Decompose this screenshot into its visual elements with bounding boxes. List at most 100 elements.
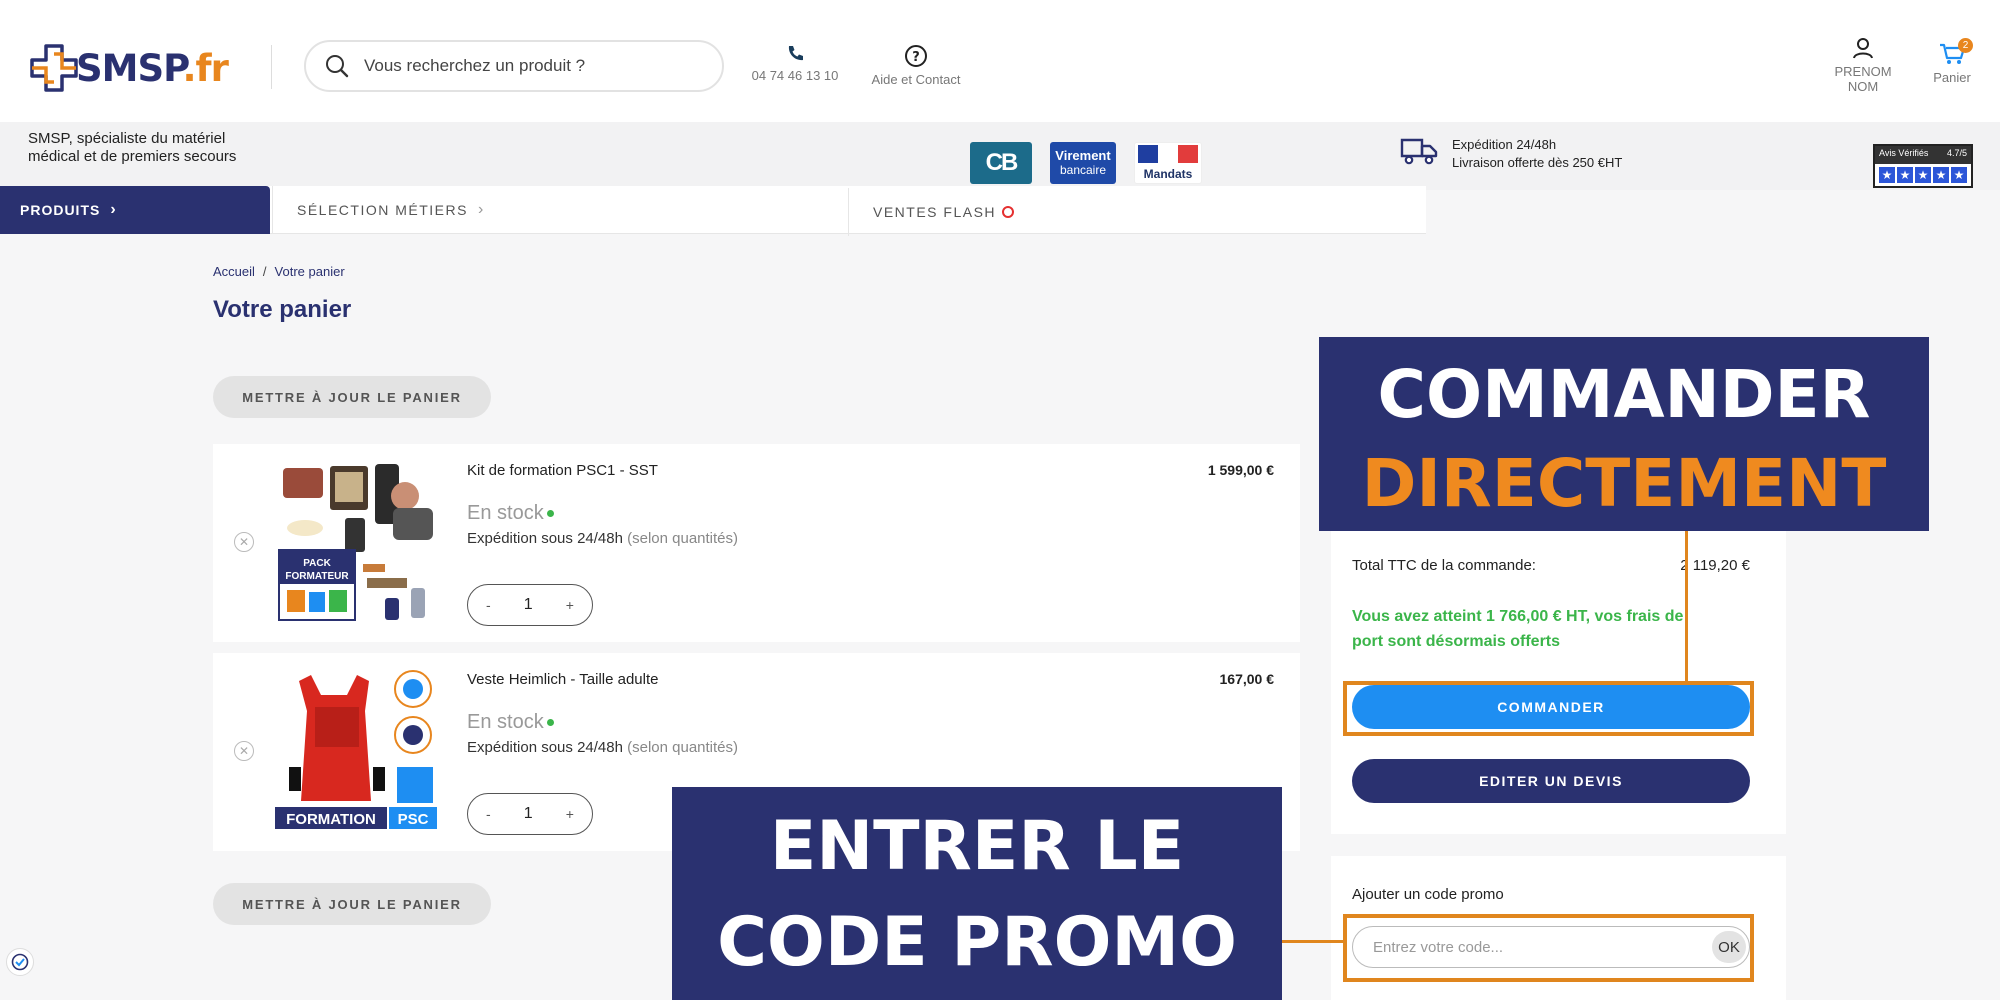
formateur-label: FORMATEUR xyxy=(285,571,349,582)
commander-annotation-banner: COMMANDER DIRECTEMENT xyxy=(1319,337,1929,531)
account-name: PRENOM NOM xyxy=(1834,64,1892,94)
cart-count-badge: 2 xyxy=(1958,38,1973,53)
smsp-logo[interactable]: SMSP.fr xyxy=(28,42,243,94)
quantity-stepper[interactable]: - 1 + xyxy=(467,584,593,626)
total-row: Total TTC de la commande: 2 119,20 € xyxy=(1352,557,1750,574)
page-title: Votre panier xyxy=(213,296,352,323)
check-shield-icon xyxy=(11,953,29,971)
item-price: 167,00 € xyxy=(1219,671,1275,687)
star-icon: ★ xyxy=(1951,167,1967,183)
promo-highlight-box xyxy=(1343,914,1754,982)
nav-selection-metiers[interactable]: SÉLECTION MÉTIERS › xyxy=(272,186,848,234)
cross-logo-icon xyxy=(30,44,78,92)
star-icon: ★ xyxy=(1915,167,1931,183)
qty-minus-button[interactable]: - xyxy=(486,597,491,613)
update-cart-button[interactable]: METTRE À JOUR LE PANIER xyxy=(213,376,491,418)
virement-text: Virement xyxy=(1055,148,1111,163)
edit-quote-button[interactable]: EDITER UN DEVIS xyxy=(1352,759,1750,803)
stock-label: En stock xyxy=(467,502,544,524)
item-name[interactable]: Kit de formation PSC1 - SST xyxy=(467,462,658,479)
help-icon: ? xyxy=(905,45,927,67)
pack-label: PACK xyxy=(303,558,331,569)
mandats-logo: Mandats xyxy=(1134,142,1202,184)
training-kit-image: PACK FORMATEUR xyxy=(278,464,433,621)
phone-number: 04 74 46 13 10 xyxy=(751,68,839,83)
site-header: SMSP.fr 04 74 46 13 10 ? Aide et Contact… xyxy=(0,0,2000,122)
shipping-note: (selon quantités) xyxy=(627,739,739,756)
update-cart-button[interactable]: METTRE À JOUR LE PANIER xyxy=(213,883,491,925)
cart-item: ✕ PACK FORMATEUR Kit de formation PSC1 -… xyxy=(213,444,1300,642)
logo-text: SMSP xyxy=(76,46,183,90)
phone-icon xyxy=(788,46,803,61)
tagline: SMSP, spécialiste du matériel médical et… xyxy=(28,130,237,165)
nav-ventes-flash[interactable]: VENTES FLASH xyxy=(848,188,1426,236)
shipping-note: (selon quantités) xyxy=(627,530,739,547)
chevron-right-icon: › xyxy=(110,201,117,218)
help-label: Aide et Contact xyxy=(871,72,961,87)
breadcrumb-home[interactable]: Accueil xyxy=(213,264,255,279)
qty-value[interactable]: 1 xyxy=(524,805,533,823)
qty-minus-button[interactable]: - xyxy=(486,806,491,822)
heimlich-vest-image: FORMATION PSC xyxy=(275,670,437,829)
commander-highlight-box xyxy=(1343,681,1754,736)
item-name[interactable]: Veste Heimlich - Taille adulte xyxy=(467,671,658,688)
shipping-delay: Expédition sous 24/48h (selon quantités) xyxy=(467,530,738,547)
flash-clock-icon xyxy=(1002,206,1015,218)
qty-plus-button[interactable]: + xyxy=(566,806,574,822)
star-icon: ★ xyxy=(1897,167,1913,183)
search-bar[interactable] xyxy=(304,40,724,92)
svg-text:?: ? xyxy=(912,50,920,65)
nav-produits[interactable]: PRODUITS › xyxy=(0,186,270,234)
annotation-line-1: COMMANDER xyxy=(1377,356,1871,433)
total-label: Total TTC de la commande: xyxy=(1352,557,1536,574)
cookie-consent-icon[interactable] xyxy=(6,948,34,976)
verified-reviews-badge[interactable]: Avis Vérifiés 4.7/5 ★ ★ ★ ★ ★ xyxy=(1873,144,1973,188)
virement-logo: Virement bancaire xyxy=(1050,142,1116,184)
stock-status: En stock xyxy=(467,502,554,525)
mandats-text: Mandats xyxy=(1143,167,1193,181)
annotation-line-1: ENTRER LE xyxy=(769,807,1185,886)
reviews-score: 4.7/5 xyxy=(1946,148,1967,158)
annotation-connector xyxy=(1685,531,1688,683)
breadcrumb: Accueil / Votre panier xyxy=(213,264,345,279)
remove-item-icon[interactable]: ✕ xyxy=(234,741,254,761)
help-contact-link[interactable]: ? Aide et Contact xyxy=(868,44,964,87)
search-icon[interactable] xyxy=(324,53,350,79)
cart-link[interactable]: 2 Panier xyxy=(1930,38,1974,85)
cb-card-logo: CB xyxy=(970,142,1032,184)
account-link[interactable]: PRENOM NOM xyxy=(1820,36,1906,94)
french-flag-icon xyxy=(1138,145,1198,163)
formation-label: FORMATION xyxy=(286,811,376,828)
item-price: 1 599,00 € xyxy=(1207,462,1274,478)
nav-metiers-label: SÉLECTION MÉTIERS xyxy=(297,202,468,218)
qty-value[interactable]: 1 xyxy=(524,596,533,614)
remove-item-icon[interactable]: ✕ xyxy=(234,532,254,552)
search-input[interactable] xyxy=(364,56,694,76)
annotation-line-2: DIRECTEMENT xyxy=(1361,445,1887,522)
in-stock-dot-icon xyxy=(546,719,554,727)
shipping-line-2: Livraison offerte dès 250 €HT xyxy=(1452,155,1623,170)
shipping-delay: Expédition sous 24/48h (selon quantités) xyxy=(467,739,738,756)
truck-icon xyxy=(1400,138,1438,165)
breadcrumb-current: Votre panier xyxy=(274,264,345,279)
qty-plus-button[interactable]: + xyxy=(566,597,574,613)
shipping-line-1: Expédition 24/48h xyxy=(1452,137,1557,152)
annotation-line-2: CODE PROMO xyxy=(717,903,1237,982)
product-image[interactable]: PACK FORMATEUR xyxy=(275,458,439,624)
shipping-delay-text: Expédition sous 24/48h xyxy=(467,739,623,756)
star-icon: ★ xyxy=(1933,167,1949,183)
product-image[interactable]: FORMATION PSC xyxy=(275,667,439,833)
in-stock-dot-icon xyxy=(546,510,554,518)
info-bar: SMSP, spécialiste du matériel médical et… xyxy=(0,122,2000,190)
main-nav: PRODUITS › SÉLECTION MÉTIERS › VENTES FL… xyxy=(0,186,1426,236)
promo-label: Ajouter un code promo xyxy=(1352,886,1504,903)
psc-label: PSC xyxy=(398,811,429,828)
chevron-right-icon: › xyxy=(477,201,485,218)
quantity-stepper[interactable]: - 1 + xyxy=(467,793,593,835)
payment-logos: CB Virement bancaire Mandats xyxy=(970,142,1202,184)
phone-contact[interactable]: 04 74 46 13 10 xyxy=(750,44,840,83)
header-divider xyxy=(271,45,272,89)
shipping-delay-text: Expédition sous 24/48h xyxy=(467,530,623,547)
reviews-label: Avis Vérifiés xyxy=(1879,148,1929,158)
total-value: 2 119,20 € xyxy=(1680,557,1750,574)
